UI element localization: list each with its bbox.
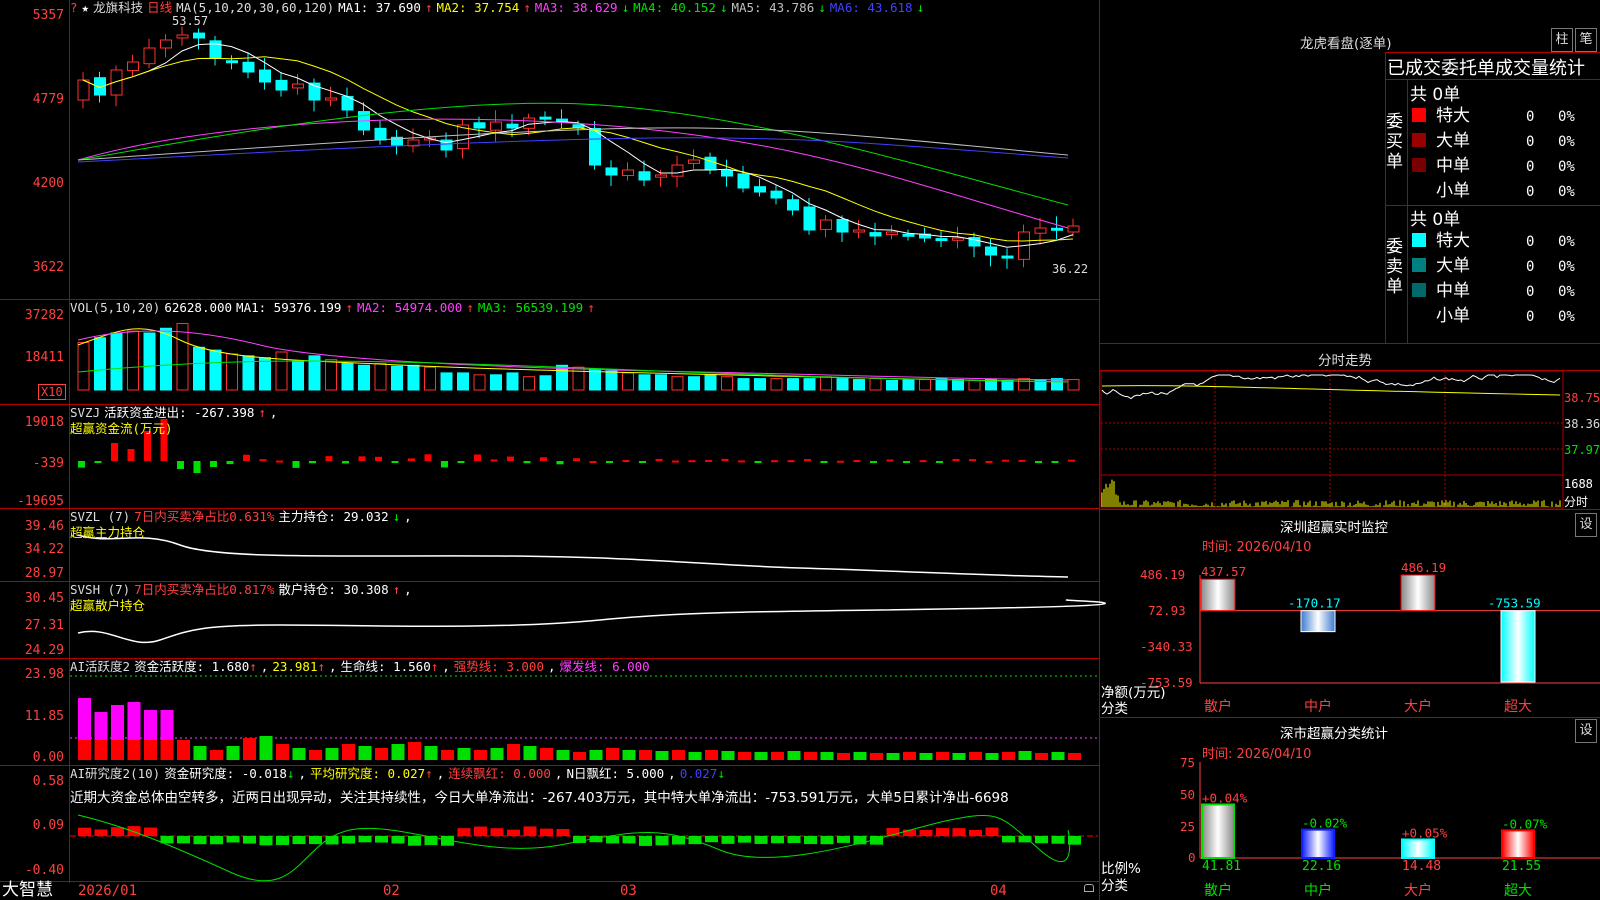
classify-bar-chart[interactable]: +0.04% 41.81 散户 -0.02% 22.16 中户 +0.05% 14.48 大户 -… (0, 0, 1600, 900)
classify-bar-change: -0.07% (1502, 816, 1548, 831)
classify-bar-value: 21.55 (1502, 859, 1541, 874)
classify-bar-value: 22.16 (1302, 859, 1341, 874)
classify-bar-value: 14.48 (1402, 859, 1441, 874)
classify-category-label: 超大 (1504, 883, 1532, 899)
classify-bar (1402, 839, 1434, 858)
classify-category-label: 大户 (1404, 882, 1432, 899)
classify-bar (1202, 804, 1234, 858)
classify-bar (1502, 830, 1534, 858)
classify-bar-value: 41.81 (1202, 859, 1241, 874)
classify-bar (1302, 829, 1334, 858)
classify-bar-change: +0.05% (1402, 825, 1448, 840)
classify-bar-change: +0.04% (1202, 790, 1248, 805)
classify-category-label: 中户 (1304, 882, 1332, 899)
classify-bar-change: -0.02% (1302, 816, 1348, 831)
classify-category-label: 散户 (1204, 882, 1232, 899)
